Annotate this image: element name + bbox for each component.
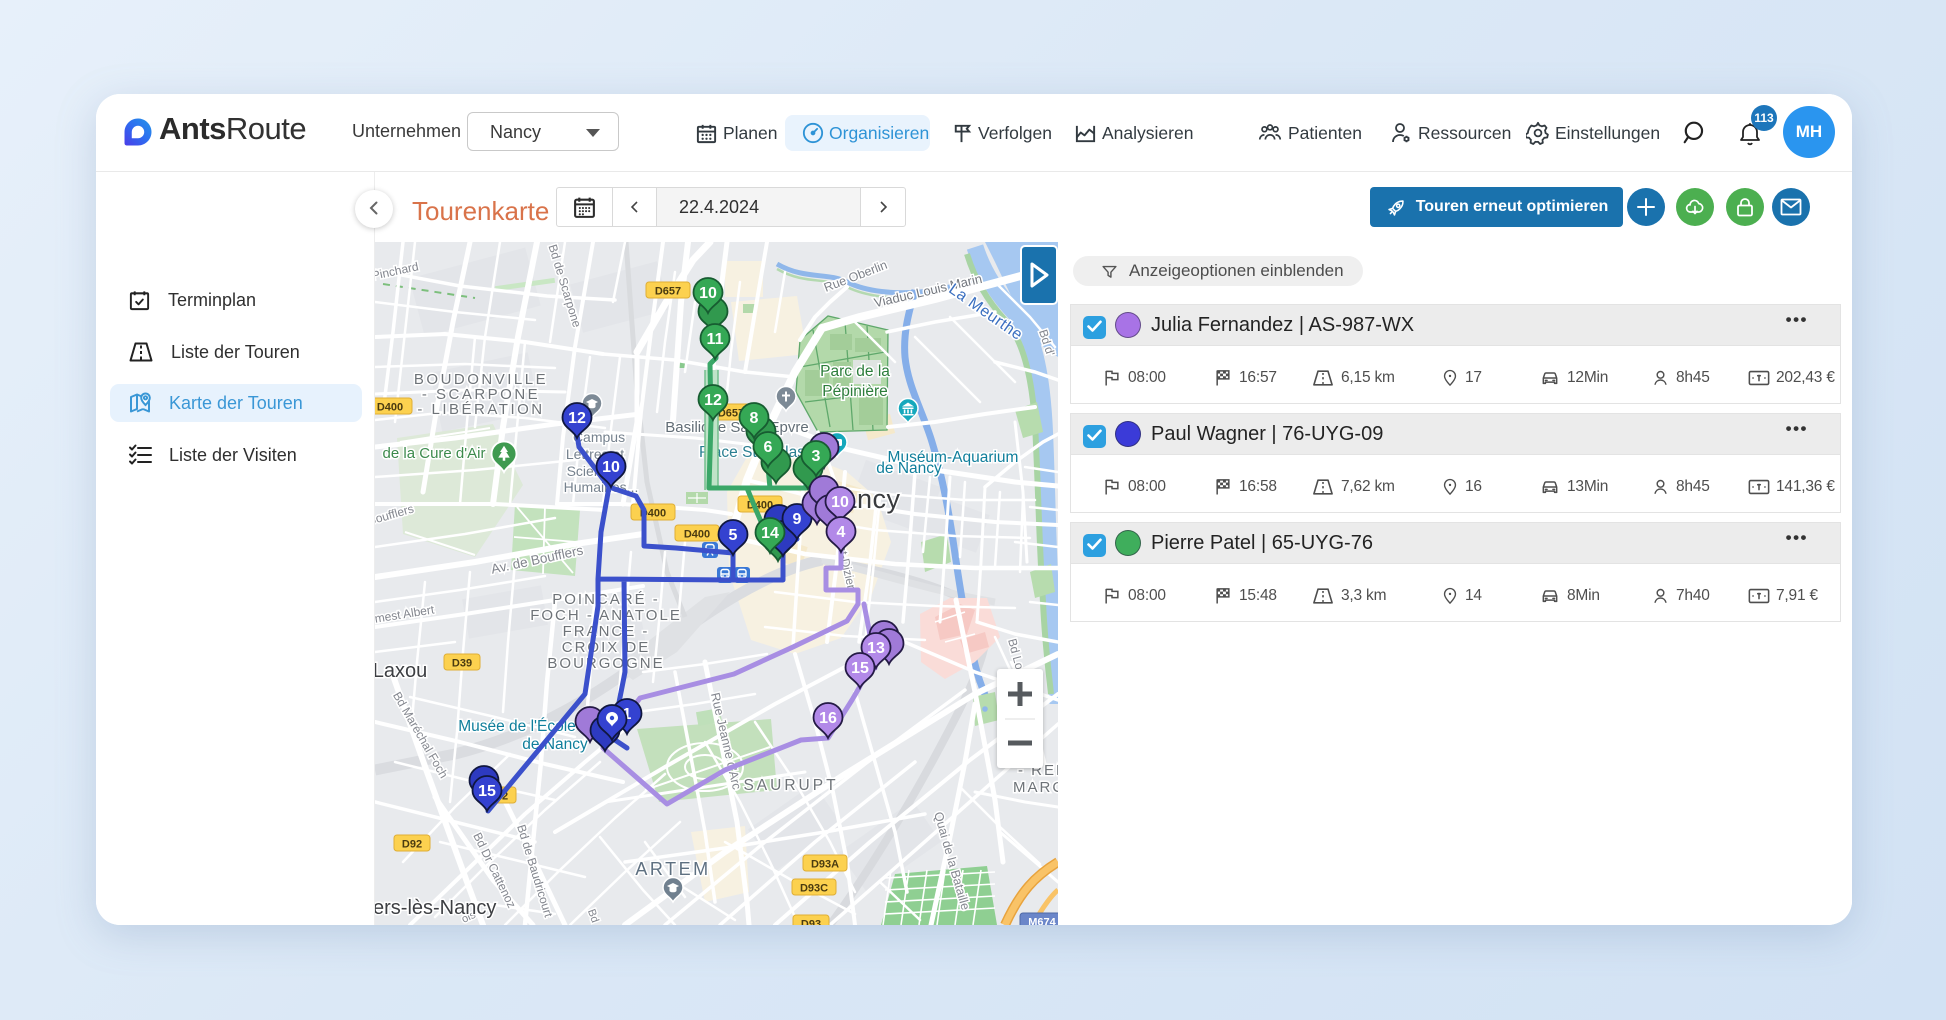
svg-text:15: 15	[478, 783, 496, 800]
svg-text:D400: D400	[377, 402, 403, 414]
svg-text:D93: D93	[801, 919, 821, 926]
svg-text:D93A: D93A	[811, 859, 839, 871]
svg-text:D39: D39	[452, 658, 472, 670]
svg-text:12: 12	[704, 392, 722, 409]
svg-text:CROIX DE: CROIX DE	[562, 639, 651, 656]
svg-text:5: 5	[729, 527, 738, 544]
svg-text:Laxou: Laxou	[375, 660, 427, 682]
svg-text:10: 10	[699, 285, 717, 302]
svg-text:ARTEM: ARTEM	[635, 859, 710, 879]
svg-text:M674: M674	[1028, 917, 1056, 926]
svg-text:14: 14	[761, 525, 779, 542]
svg-text:9: 9	[793, 511, 802, 528]
svg-text:8: 8	[750, 410, 759, 427]
svg-text:16: 16	[819, 710, 837, 727]
svg-text:11: 11	[707, 331, 724, 348]
svg-text:ers-lès-Nancy: ers-lès-Nancy	[375, 897, 496, 919]
svg-text:SAURUPT: SAURUPT	[743, 777, 838, 794]
svg-text:de la Cure d'Air: de la Cure d'Air	[383, 445, 486, 462]
svg-text:FRANCE -: FRANCE -	[563, 623, 650, 640]
svg-text:D400: D400	[684, 529, 710, 541]
svg-text:4: 4	[837, 524, 846, 541]
svg-text:13: 13	[867, 640, 885, 657]
svg-text:Basilique Saint-Epvre: Basilique Saint-Epvre	[665, 419, 808, 436]
svg-text:3: 3	[812, 448, 821, 465]
svg-text:D93C: D93C	[800, 883, 828, 895]
svg-text:6: 6	[764, 439, 773, 456]
svg-text:D657: D657	[655, 286, 681, 298]
svg-text:10: 10	[831, 494, 849, 511]
svg-text:- LIBÉRATION: - LIBÉRATION	[417, 401, 544, 418]
svg-text:FOCH - ANATOLE: FOCH - ANATOLE	[530, 607, 682, 624]
svg-text:Parc de la: Parc de la	[820, 363, 890, 380]
svg-text:12: 12	[568, 410, 586, 427]
svg-text:de Nancy: de Nancy	[522, 736, 588, 753]
svg-text:D92: D92	[402, 839, 422, 851]
svg-text:Pépinière: Pépinière	[822, 383, 888, 400]
svg-text:15: 15	[851, 660, 869, 677]
svg-text:BOURGOGNE: BOURGOGNE	[547, 655, 664, 672]
svg-text:MARCE: MARCE	[1013, 779, 1058, 796]
svg-text:10: 10	[602, 459, 620, 476]
svg-text:POINCARÉ -: POINCARÉ -	[552, 591, 660, 608]
svg-text:de Nancy: de Nancy	[876, 460, 942, 477]
